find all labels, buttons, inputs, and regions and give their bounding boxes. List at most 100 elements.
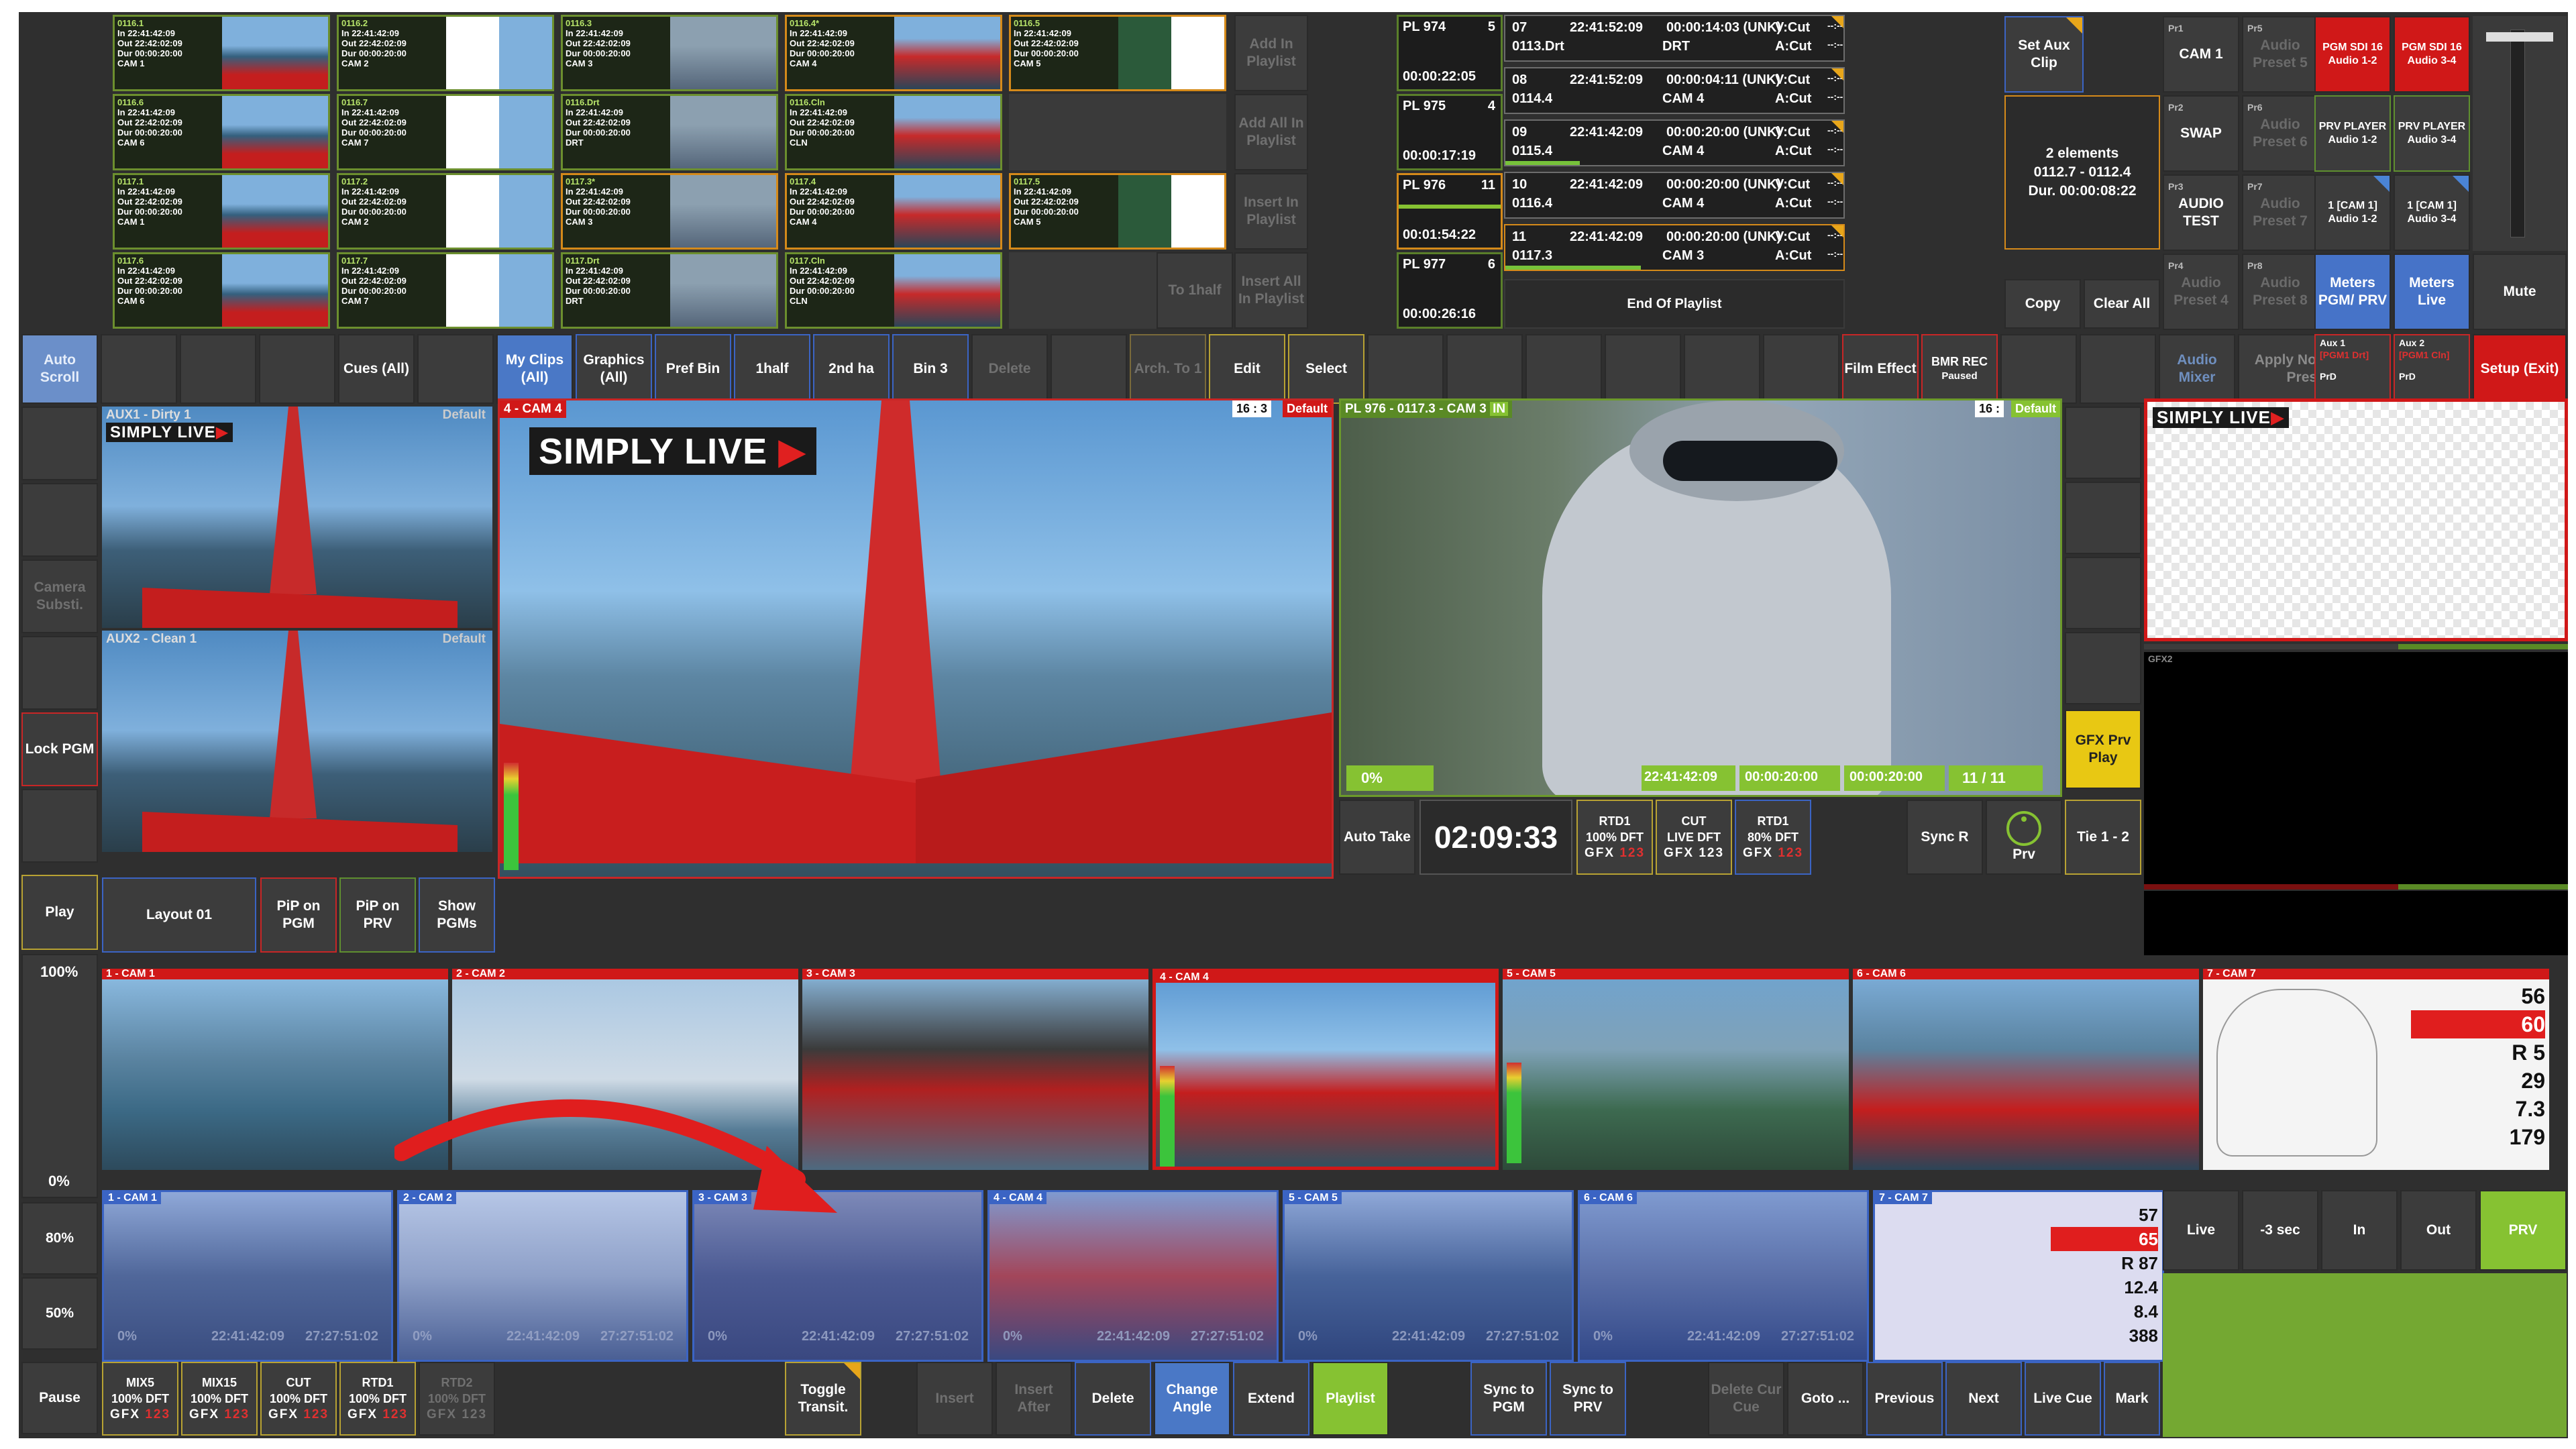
add-in-playlist-button[interactable]: Add In Playlist [1234,15,1308,91]
camera-subst-button[interactable]: Camera Substi. [21,559,98,633]
gfx-empty-4[interactable] [2065,632,2141,704]
mix5-button[interactable]: MIX5 100% DFT GFX 123 [102,1362,178,1436]
live-camera-view[interactable]: 6 - CAM 6 [1853,969,2199,1170]
speed-80-button[interactable]: 80% [21,1202,98,1275]
preset-button[interactable]: Pr2 SWAP [2163,95,2239,172]
auto-scroll-button[interactable]: Auto Scroll [21,334,98,404]
next-button[interactable]: Next [1945,1362,2022,1436]
clip-tile[interactable]: 0117.4 In 22:41:42:09 Out 22:42:02:09 Dur 0… [785,173,1002,250]
1half-bin-button[interactable]: 1half [734,334,810,404]
insert-all-in-playlist-button[interactable]: Insert All In Playlist [1234,252,1308,329]
add-all-in-playlist-button[interactable]: Add All In Playlist [1234,94,1308,170]
aux1-pgm-drt-button[interactable]: Aux 1 [PGM1 Drt] PrD [2314,334,2391,404]
aux2-pgm-cln-button[interactable]: Aux 2 [PGM1 Cln] PrD [2394,334,2470,404]
cam1-audio-3-4-button[interactable]: 1 [CAM 1] Audio 3-4 [2394,174,2470,251]
playlist-entry-row[interactable]: 08 22:41:52:09 00:00:04:11 (UNK) 0114.4 CAM … [1504,67,1845,114]
graphics-all-button[interactable]: Graphics (All) [576,334,652,404]
insert-after-button[interactable]: Insert After [996,1362,1072,1436]
prv-knob-button[interactable]: Prv [1986,800,2062,875]
clip-tile[interactable]: 0117.Drt In 22:41:42:09 Out 22:42:02:09 Dur… [561,252,778,329]
live-camera-view[interactable]: 4 - CAM 4 [1152,969,1499,1170]
pgm-audio-3-4-button[interactable]: PGM SDI 16 Audio 3-4 [2394,16,2470,93]
set-aux-clip-button[interactable]: Set Aux Clip [2004,16,2084,93]
live-cue-button[interactable]: Live Cue [2025,1362,2101,1436]
replay-camera-view[interactable]: 1 - CAM 1 0% 22:41:42:09 27:27:51:02 [102,1190,393,1362]
playlist-box[interactable]: PL 977 6 00:00:26:16 [1397,252,1503,329]
pgm-audio-1-2-button[interactable]: PGM SDI 16 Audio 1-2 [2314,16,2391,93]
edit-button[interactable]: Edit [1209,334,1285,404]
playlist-box[interactable]: PL 974 5 00:00:22:05 [1397,15,1503,91]
mute-button[interactable]: Mute [2473,254,2567,330]
clip-tile[interactable]: 0116.1 In 22:41:42:09 Out 22:42:02:09 Dur 0… [113,15,330,91]
sync-prv-button[interactable]: Sync to PRV [1550,1362,1626,1436]
playlist-button[interactable]: Playlist [1312,1362,1389,1436]
empty-button-5[interactable] [1051,334,1127,404]
prv-view[interactable]: PL 976 - 0117.3 - CAM 3 IN 16 : Default … [1339,398,2062,797]
audio-fader[interactable] [2473,16,2567,251]
empty-button-6[interactable] [1367,334,1444,404]
extend-button[interactable]: Extend [1233,1362,1309,1436]
prv-audio-1-2-button[interactable]: PRV PLAYER Audio 1-2 [2314,95,2391,172]
setup-exit-button[interactable]: Setup (Exit) [2473,334,2567,404]
preset-button[interactable]: Pr8 Audio Preset 8 [2242,254,2318,330]
auto-take-button[interactable]: Auto Take [1339,800,1415,875]
aux1-dirty-view[interactable]: AUX1 - Dirty 1 Default SIMPLY LIVE▶ [102,407,492,628]
minus-3-sec-button[interactable]: -3 sec [2242,1190,2318,1271]
preset-button[interactable]: Pr7 Audio Preset 7 [2242,174,2318,251]
previous-button[interactable]: Previous [1866,1362,1943,1436]
cam1-audio-1-2-button[interactable]: 1 [CAM 1] Audio 1-2 [2314,174,2391,251]
delete-bin-button[interactable]: Delete [971,334,1048,404]
aux2-clean-view[interactable]: AUX2 - Clean 1 Default [102,631,492,852]
clip-tile[interactable]: 0116.2 In 22:41:42:09 Out 22:42:02:09 Dur 0… [337,15,554,91]
change-button[interactable]: Change Angle [1154,1362,1230,1436]
rtd1-button[interactable]: RTD1 100% DFT GFX 123 [339,1362,416,1436]
live-camera-view[interactable]: 7 - CAM 7 56 60 R 5 29 7.3 179 [2203,969,2549,1170]
playlist-box[interactable]: PL 976 11 00:01:54:22 [1397,173,1503,250]
select-button[interactable]: Select [1288,334,1364,404]
out-mode-button[interactable]: Out [2400,1190,2477,1271]
rtd2-button[interactable]: RTD2 100% DFT GFX 123 [419,1362,495,1436]
empty-button-7[interactable] [1446,334,1523,404]
clip-tile[interactable]: 0116.7 In 22:41:42:09 Out 22:42:02:09 Dur 0… [337,94,554,170]
2nd-half-bin-button[interactable]: 2nd ha [813,334,890,404]
clip-tile[interactable]: 0117.2 In 22:41:42:09 Out 22:42:02:09 Dur 0… [337,173,554,250]
playlist-entry-row[interactable]: 07 22:41:52:09 00:00:14:03 (UNK) 0113.Drt DR… [1504,15,1845,62]
clear-all-button[interactable]: Clear All [2084,279,2160,329]
live-camera-view[interactable]: 5 - CAM 5 [1503,969,1849,1170]
preset-button[interactable]: Pr1 CAM 1 [2163,16,2239,93]
clip-tile[interactable]: 0116.Cln In 22:41:42:09 Out 22:42:02:09 Dur… [785,94,1002,170]
empty-button-13[interactable] [2080,334,2156,404]
preset-button[interactable]: Pr4 Audio Preset 4 [2163,254,2239,330]
tie-1-2-button[interactable]: Tie 1 - 2 [2065,800,2141,875]
clip-tile[interactable]: 0116.6 In 22:41:42:09 Out 22:42:02:09 Dur 0… [113,94,330,170]
empty-button-4[interactable] [417,334,494,404]
empty-button-9[interactable] [1605,334,1681,404]
replay-camera-view[interactable]: 7 - CAM 7 57 65 R 87 12.4 8.4 388 [1873,1190,2164,1362]
pgm-view[interactable]: 4 - CAM 4 16 : 3 Default SIMPLY LIVE ▶ [498,398,1334,879]
gfx-prv-play-button[interactable]: GFX Prv Play [2065,710,2141,789]
film-effect-button[interactable]: Film Effect [1842,334,1919,404]
clip-tile[interactable]: 0116.3 In 22:41:42:09 Out 22:42:02:09 Dur 0… [561,15,778,91]
layout-01-button[interactable]: Layout 01 [102,877,256,953]
replay-camera-view[interactable]: 6 - CAM 6 0% 22:41:42:09 27:27:51:02 [1578,1190,1869,1362]
speed-50-button[interactable]: 50% [21,1277,98,1350]
pref-bin-button[interactable]: Pref Bin [655,334,731,404]
playlist-entry-row[interactable]: 11 22:41:42:09 00:00:20:00 (UNK) 0117.3 CAM … [1504,224,1845,271]
play-button[interactable]: Play [21,875,98,950]
toggle-button[interactable]: Toggle Transit. [785,1362,861,1436]
playlist-box[interactable]: PL 975 4 00:00:17:19 [1397,94,1503,170]
clip-tile[interactable]: 0117.1 In 22:41:42:09 Out 22:42:02:09 Dur 0… [113,173,330,250]
speed-slider[interactable]: 100% 0% [21,954,98,1198]
to-half-button[interactable]: To 1half [1157,252,1233,329]
rtd1-100-button[interactable]: RTD1 100% DFT GFX 123 [1576,800,1653,875]
cut-live-button[interactable]: CUT LIVE DFT GFX 123 [1656,800,1732,875]
insert-button[interactable]: Insert [916,1362,993,1436]
audio-mixer-button[interactable]: Audio Mixer [2159,334,2235,404]
delete-button[interactable]: Delete [1075,1362,1151,1436]
replay-camera-view[interactable]: 4 - CAM 4 0% 22:41:42:09 27:27:51:02 [987,1190,1279,1362]
empty-button-8[interactable] [1525,334,1602,404]
lock-pgm-button[interactable]: Lock PGM [21,712,98,786]
bin3-button[interactable]: Bin 3 [892,334,969,404]
pause-button[interactable]: Pause [21,1362,98,1434]
playlist-entry-row[interactable]: 09 22:41:42:09 00:00:20:00 (UNK) 0115.4 CAM … [1504,119,1845,166]
